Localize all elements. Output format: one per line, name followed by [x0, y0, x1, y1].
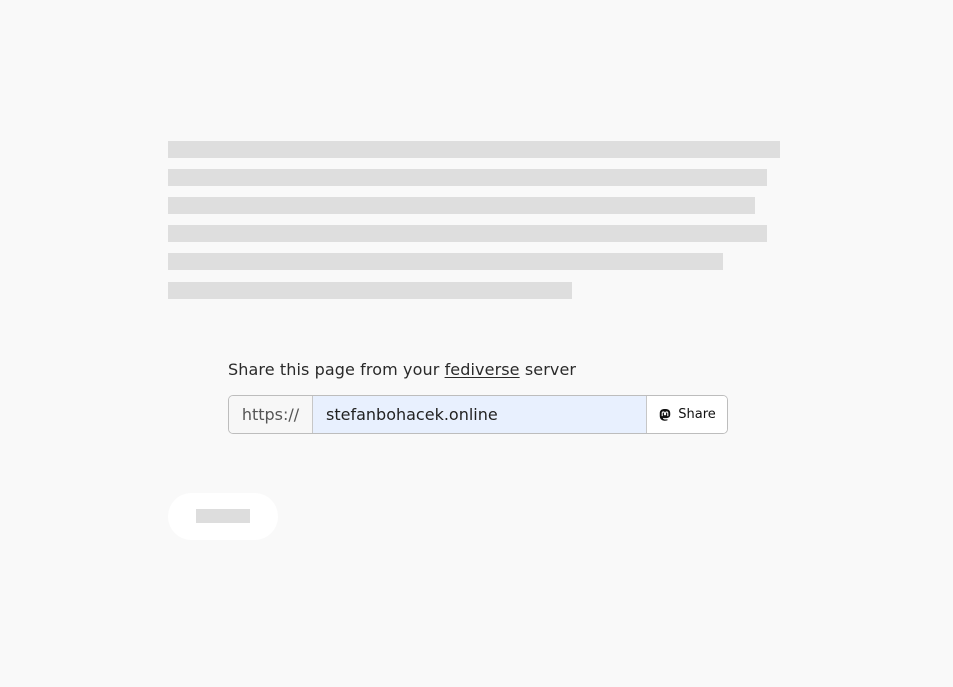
share-prompt: Share this page from your fediverse serv… — [228, 358, 728, 382]
button-label-placeholder — [196, 509, 250, 523]
share-prompt-suffix: server — [524, 360, 577, 379]
placeholder-line — [168, 197, 755, 214]
share-form: https:// Share — [228, 395, 728, 434]
placeholder-line — [168, 282, 572, 299]
server-input[interactable] — [313, 396, 646, 433]
fediverse-share-widget: Share this page from your fediverse serv… — [228, 358, 728, 434]
share-button[interactable]: Share — [646, 396, 727, 433]
share-button-label: Share — [678, 407, 716, 422]
placeholder-line — [168, 141, 780, 158]
placeholder-line — [168, 169, 767, 186]
share-prompt-text: Share this page from your — [228, 360, 440, 379]
url-prefix: https:// — [229, 396, 313, 433]
placeholder-button[interactable] — [168, 493, 278, 540]
fediverse-link[interactable]: fediverse — [445, 360, 520, 379]
mastodon-icon — [658, 408, 672, 422]
placeholder-line — [168, 225, 767, 242]
placeholder-line — [168, 253, 723, 270]
